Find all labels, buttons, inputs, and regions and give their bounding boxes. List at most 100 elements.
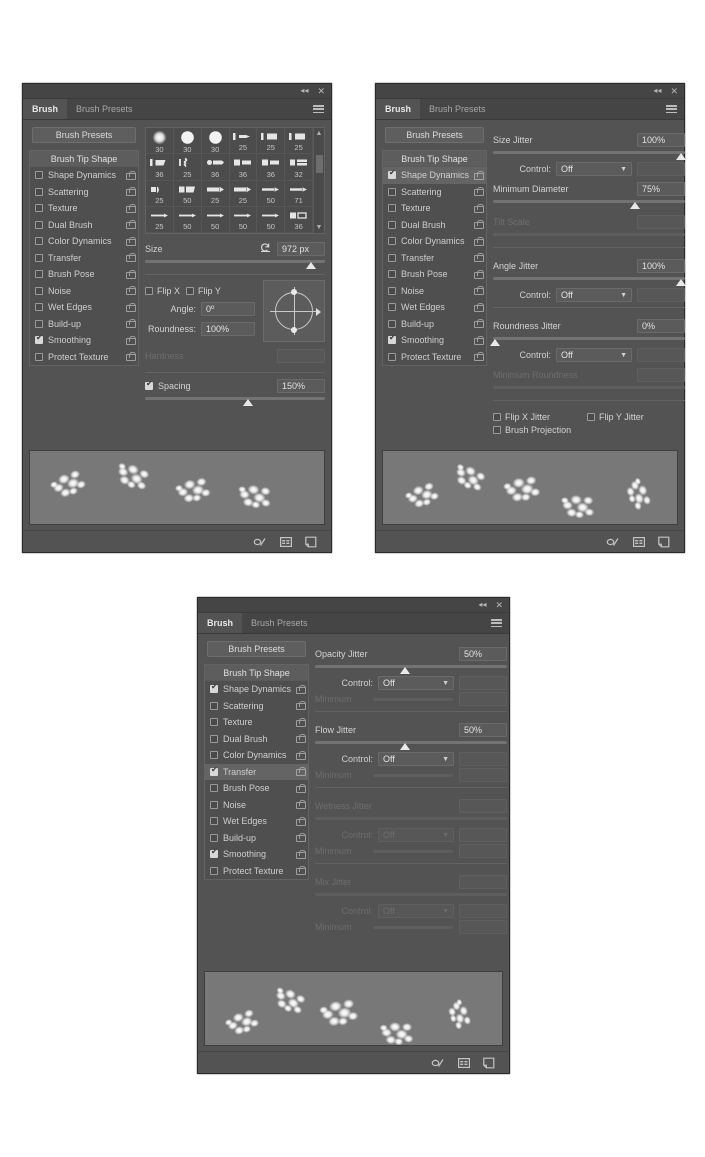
- option-checkbox[interactable]: [210, 866, 218, 875]
- chevron-down-icon[interactable]: ▼: [620, 352, 627, 359]
- option-protect-texture[interactable]: Protect Texture: [30, 349, 138, 366]
- roundness-jitter-slider[interactable]: [489, 335, 686, 346]
- flow-control-select[interactable]: Off ▼: [378, 752, 455, 766]
- brush-tip-cell[interactable]: 30: [146, 128, 174, 155]
- option-checkbox[interactable]: [35, 319, 43, 328]
- minimum-diameter-slider[interactable]: [493, 198, 686, 209]
- option-checkbox[interactable]: [388, 204, 396, 213]
- lock-icon[interactable]: [126, 187, 136, 197]
- brush-tip-cell[interactable]: 36: [146, 154, 174, 181]
- brush-tip-cell[interactable]: 25: [229, 128, 258, 155]
- brush-tip-cell[interactable]: 36: [257, 154, 286, 181]
- brush-tip-cell[interactable]: 50: [229, 206, 258, 233]
- roundness-jitter-value[interactable]: 0%: [637, 319, 686, 333]
- panel-menu-icon[interactable]: [313, 105, 324, 113]
- lock-icon[interactable]: [474, 352, 485, 362]
- chevron-down-icon[interactable]: ▼: [442, 908, 449, 915]
- chevron-down-icon[interactable]: ▼: [316, 224, 323, 231]
- minimum-diameter-slider-thumb[interactable]: [630, 202, 641, 209]
- option-checkbox[interactable]: [210, 683, 218, 694]
- flip-x-checkbox[interactable]: Flip X: [145, 286, 180, 296]
- tab-brush-presets[interactable]: Brush Presets: [420, 99, 495, 119]
- brush-tip-cell[interactable]: 71: [285, 180, 313, 207]
- roundness-control-select[interactable]: Off ▼: [556, 348, 633, 362]
- lock-icon[interactable]: [474, 203, 485, 213]
- option-protect-texture[interactable]: Protect Texture: [383, 349, 486, 366]
- brush-tip-cell[interactable]: 36: [201, 154, 230, 181]
- option-checkbox[interactable]: [210, 800, 218, 809]
- brush-tip-cell[interactable]: 50: [201, 206, 230, 233]
- option-checkbox[interactable]: [35, 171, 43, 180]
- lock-icon[interactable]: [126, 253, 136, 263]
- brush-tip-cell[interactable]: 25: [229, 180, 258, 207]
- option-scattering[interactable]: Scattering: [30, 184, 138, 201]
- brush-presets-button[interactable]: Brush Presets: [207, 641, 307, 657]
- option-checkbox[interactable]: [388, 352, 396, 361]
- option-checkbox[interactable]: [210, 848, 218, 859]
- flip-y-checkbox[interactable]: Flip Y: [186, 286, 221, 296]
- lock-icon[interactable]: [474, 170, 485, 180]
- angle-dial[interactable]: [263, 280, 325, 342]
- option-dual-brush[interactable]: Dual Brush: [205, 731, 308, 748]
- brush-tip-shape-header[interactable]: Brush Tip Shape: [383, 151, 487, 167]
- option-checkbox[interactable]: [210, 784, 218, 793]
- option-color-dynamics[interactable]: Color Dynamics: [30, 233, 138, 250]
- lock-icon[interactable]: [474, 335, 485, 345]
- lock-icon[interactable]: [126, 302, 136, 312]
- chevron-down-icon[interactable]: ▼: [442, 680, 449, 687]
- brush-tip-cell[interactable]: 25: [146, 180, 174, 207]
- option-scattering[interactable]: Scattering: [383, 184, 486, 201]
- option-texture[interactable]: Texture: [30, 200, 138, 217]
- spacing-checkbox[interactable]: [145, 380, 153, 390]
- option-checkbox[interactable]: [388, 169, 396, 180]
- brush-tip-cell[interactable]: 25: [173, 154, 202, 181]
- option-checkbox[interactable]: [210, 833, 218, 842]
- brush-projection-box[interactable]: [493, 426, 502, 434]
- brush-tip-cell[interactable]: 50: [257, 180, 286, 207]
- option-checkbox[interactable]: [35, 286, 43, 295]
- lock-icon[interactable]: [296, 717, 307, 727]
- lock-icon[interactable]: [126, 269, 136, 279]
- close-icon[interactable]: ✕: [495, 600, 503, 610]
- option-checkbox[interactable]: [35, 204, 43, 213]
- option-texture[interactable]: Texture: [205, 714, 308, 731]
- option-checkbox[interactable]: [35, 187, 43, 196]
- size-jitter-slider-thumb[interactable]: [676, 153, 687, 160]
- option-shape-dynamics[interactable]: Shape Dynamics: [30, 167, 138, 184]
- option-transfer[interactable]: Transfer: [205, 763, 309, 780]
- opacity-jitter-slider-thumb[interactable]: [400, 667, 411, 674]
- brush-tip-cell[interactable]: 50: [173, 180, 202, 207]
- flip-y-jitter-checkbox[interactable]: Flip Y Jitter: [587, 412, 644, 422]
- lock-icon[interactable]: [126, 319, 136, 329]
- option-checkbox[interactable]: [388, 237, 396, 246]
- collapse-left-icon[interactable]: ◂◂: [478, 601, 486, 609]
- option-checkbox[interactable]: [210, 701, 218, 710]
- brush-projection-checkbox[interactable]: Brush Projection: [493, 425, 571, 435]
- option-checkbox[interactable]: [210, 751, 218, 760]
- brush-tip-cell[interactable]: 32: [285, 154, 313, 181]
- brush-panel-icon[interactable]: [633, 536, 645, 548]
- option-checkbox[interactable]: [388, 220, 396, 229]
- option-noise[interactable]: Noise: [205, 797, 308, 814]
- chevron-up-icon[interactable]: ▲: [316, 130, 323, 137]
- option-checkbox[interactable]: [210, 718, 218, 727]
- option-build-up[interactable]: Build-up: [205, 830, 308, 847]
- option-scattering[interactable]: Scattering: [205, 698, 308, 715]
- brush-tip-cell[interactable]: 30: [173, 128, 202, 155]
- brush-tip-cell[interactable]: 50: [173, 206, 202, 233]
- collapse-left-icon[interactable]: ◂◂: [300, 87, 308, 95]
- option-checkbox[interactable]: [210, 817, 218, 826]
- roundness-jitter-slider-thumb[interactable]: [489, 339, 500, 346]
- lock-icon[interactable]: [474, 269, 485, 279]
- size-slider[interactable]: [145, 258, 325, 269]
- brush-grid-scrollbar[interactable]: ▲ ▼: [313, 128, 324, 233]
- toggle-airbrush-icon[interactable]: [253, 536, 267, 548]
- minimum-diameter-value[interactable]: 75%: [637, 182, 686, 196]
- option-checkbox[interactable]: [388, 187, 396, 196]
- lock-icon[interactable]: [474, 236, 485, 246]
- lock-icon[interactable]: [474, 302, 485, 312]
- chevron-down-icon[interactable]: ▼: [620, 166, 627, 173]
- option-checkbox[interactable]: [388, 286, 396, 295]
- option-checkbox[interactable]: [388, 319, 396, 328]
- size-slider-thumb[interactable]: [305, 262, 316, 269]
